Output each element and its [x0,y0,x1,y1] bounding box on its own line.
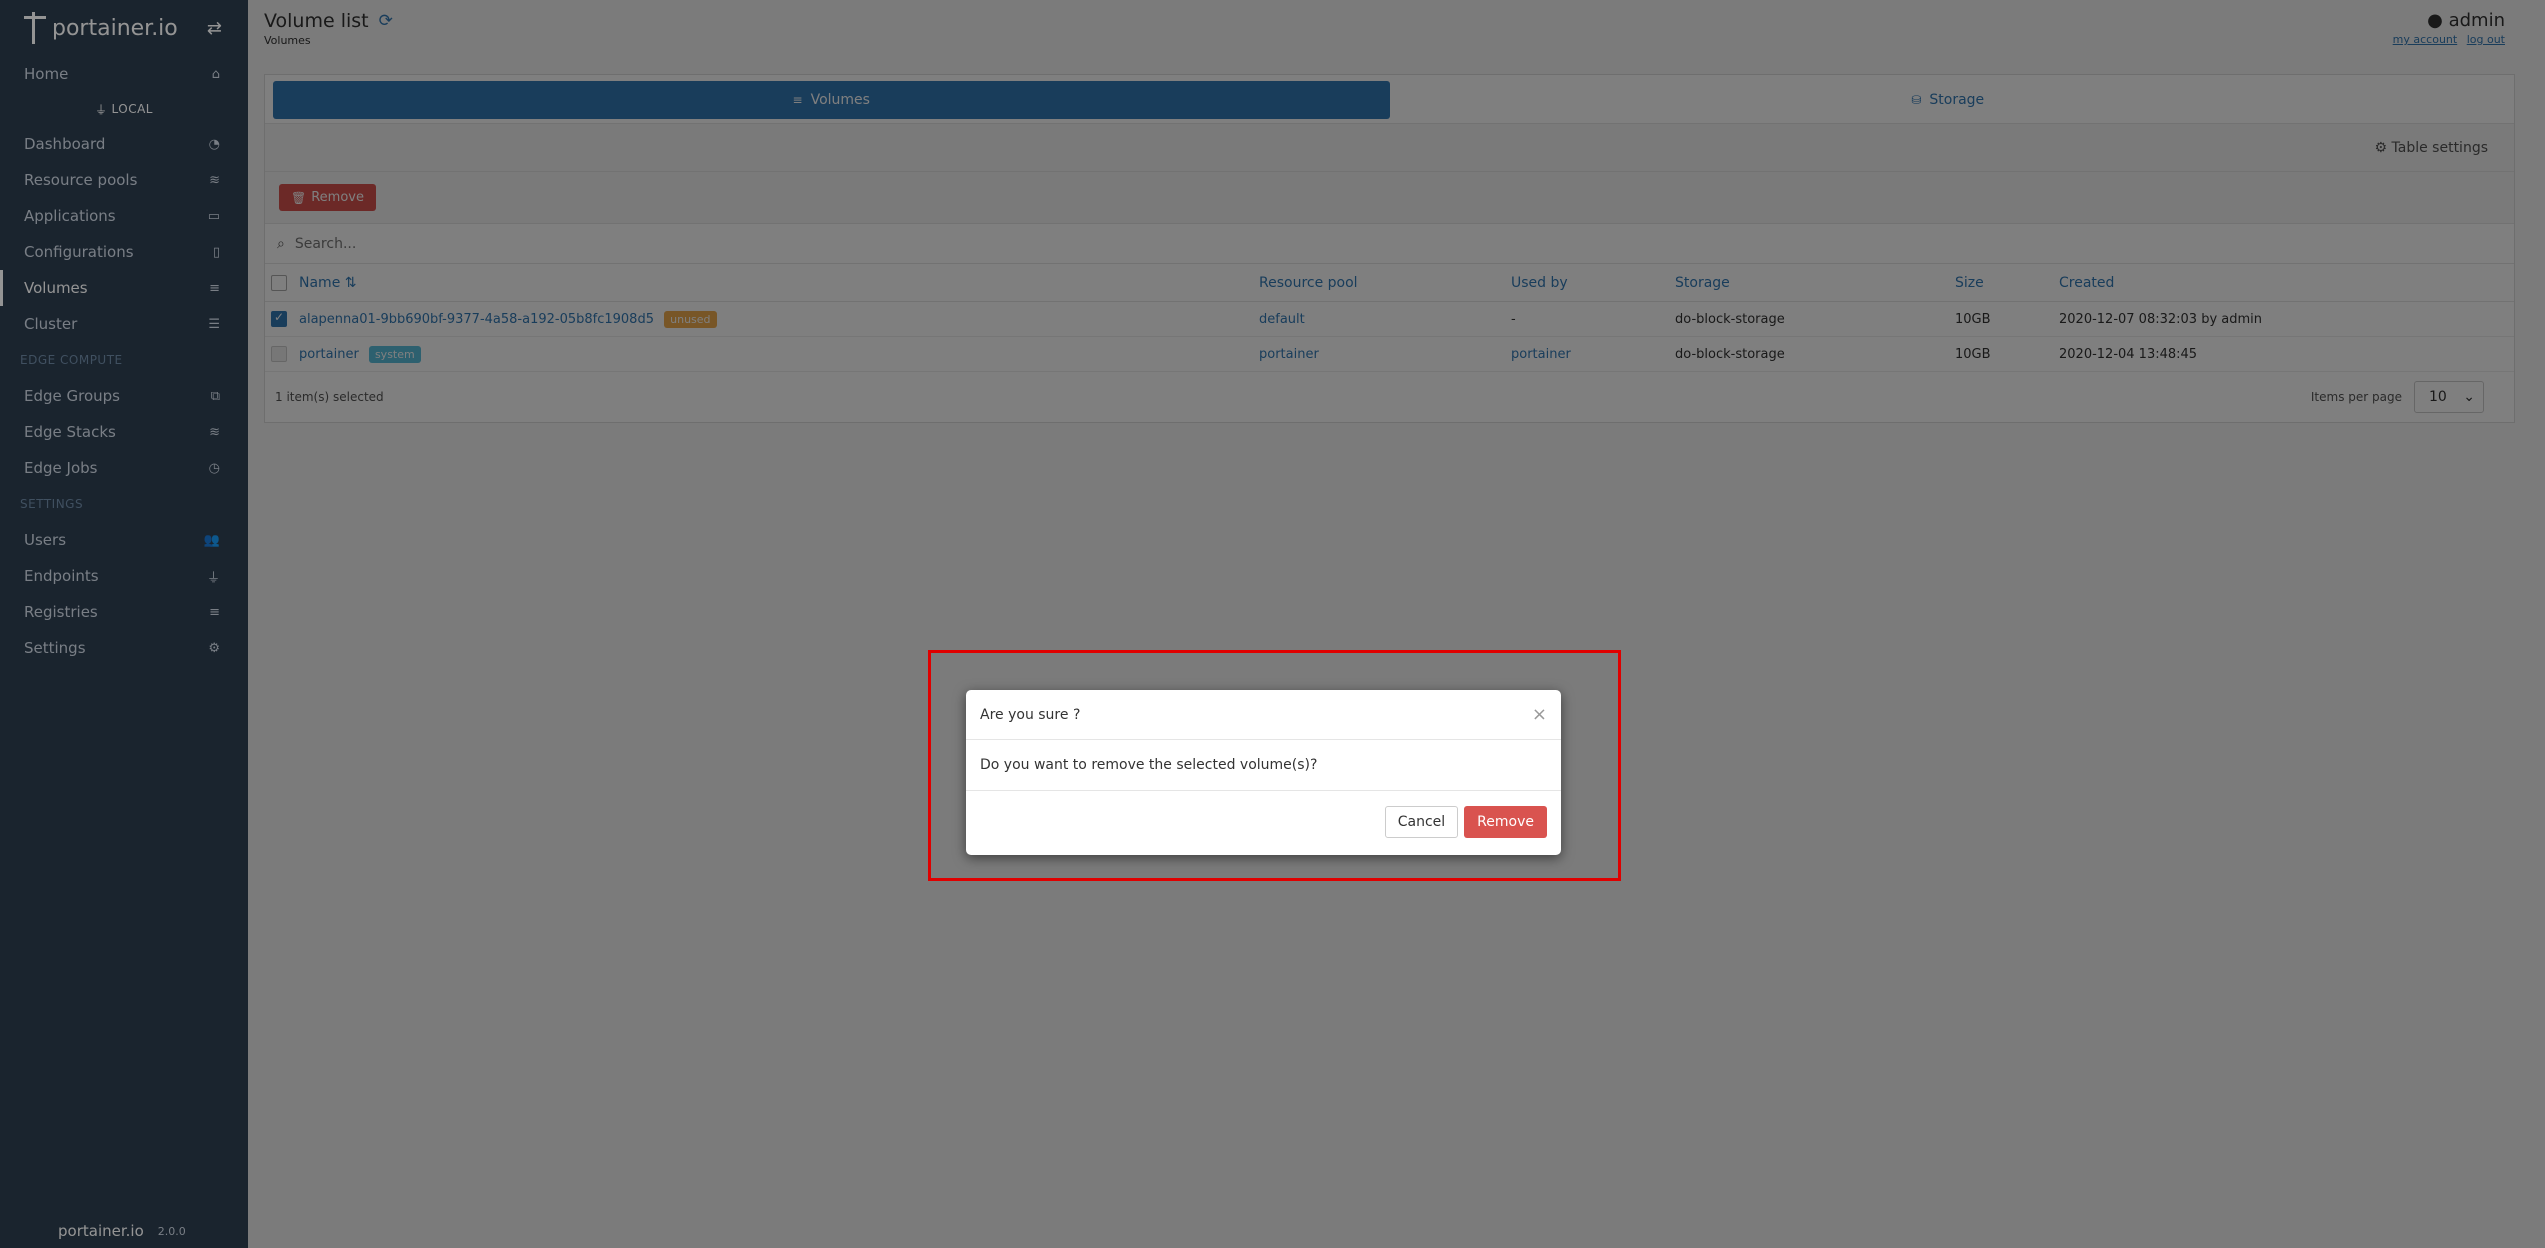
sidebar-item-registries[interactable]: Registries ≡ [0,594,248,630]
layers-icon: ≋ [209,172,220,188]
sidebar-item-edge-stacks[interactable]: Edge Stacks ≋ [0,414,248,450]
version-label: 2.0.0 [157,1224,186,1238]
close-icon[interactable]: × [1532,704,1547,725]
sidebar-item-volumes[interactable]: Volumes ≡ [0,270,248,306]
clock-icon: ◷ [208,460,220,476]
sidebar-item-cluster[interactable]: Cluster ☰ [0,306,248,342]
endpoint-label: ⏚ LOCAL [95,102,153,117]
dialog-footer: Cancel Remove [966,791,1561,853]
brand: portainer.io ⇄ [0,0,248,56]
crane-icon [22,10,48,46]
users-icon: 👥 [203,532,220,548]
sidebar-item-users[interactable]: Users 👥 [0,522,248,558]
confirm-dialog: Are you sure ? × Do you want to remove t… [966,690,1561,855]
section-settings: SETTINGS [20,497,84,511]
dialog-body: Do you want to remove the selected volum… [966,740,1561,791]
object-group-icon: ⧉ [210,388,220,404]
sidebar-item-resource-pools[interactable]: Resource pools ≋ [0,162,248,198]
sidebar-item-dashboard[interactable]: Dashboard ◔ [0,126,248,162]
server-icon: ☰ [208,316,220,332]
plug-icon: ⏚ [206,570,220,586]
database-icon: ≡ [209,604,220,620]
sidebar-item-settings[interactable]: Settings ⚙ [0,630,248,666]
sidebar-toggle-icon[interactable]: ⇄ [207,18,222,39]
home-icon: ⌂ [211,66,220,82]
sidebar-item-edge-groups[interactable]: Edge Groups ⧉ [0,378,248,414]
cogs-icon: ⚙ [208,640,220,656]
plug-icon: ⏚ [95,102,108,117]
laptop-icon: ▭ [207,208,220,224]
sidebar-item-edge-jobs[interactable]: Edge Jobs ◷ [0,450,248,486]
dialog-title: Are you sure ? [980,706,1081,723]
section-edge-compute: EDGE COMPUTE [20,353,123,367]
footer-logo: portainer.io [58,1222,144,1240]
sidebar-footer: portainer.io 2.0.0 [58,1222,186,1240]
modal-backdrop[interactable] [248,0,2545,1248]
dialog-header: Are you sure ? × [966,690,1561,740]
dashboard-icon: ◔ [208,136,220,152]
sidebar: portainer.io ⇄ Home ⌂ ⏚ LOCAL Dashboard … [0,0,248,1248]
sidebar-item-applications[interactable]: Applications ▭ [0,198,248,234]
cancel-button[interactable]: Cancel [1384,806,1459,838]
file-icon: ▯ [212,244,220,260]
sidebar-item-home[interactable]: Home ⌂ [0,56,248,92]
sidebar-item-configurations[interactable]: Configurations ▯ [0,234,248,270]
portainer-logo[interactable]: portainer.io [22,10,178,46]
layers-icon: ≋ [209,424,220,440]
sidebar-item-endpoints[interactable]: Endpoints ⏚ [0,558,248,594]
database-icon: ≡ [209,280,220,296]
confirm-remove-button[interactable]: Remove [1464,806,1547,838]
